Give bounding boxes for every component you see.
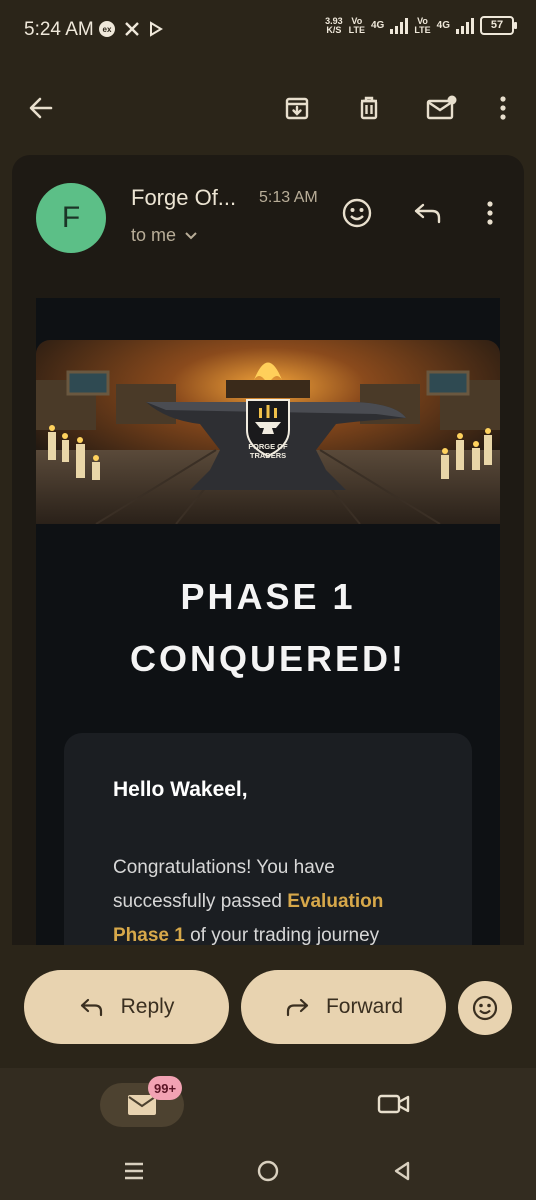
add-reaction-button[interactable] — [339, 195, 375, 231]
email-card: F Forge Of... 5:13 AM to me FORGE OF TRA… — [12, 155, 524, 945]
more-options-button[interactable] — [483, 88, 523, 128]
net-type-2: 4G — [436, 20, 450, 31]
emoji-icon — [342, 198, 372, 228]
sender-avatar[interactable]: F — [36, 183, 106, 253]
system-back-button[interactable] — [382, 1156, 422, 1186]
logo-text-line1: FORGE OF — [248, 442, 288, 451]
reply-header-button[interactable] — [410, 195, 446, 231]
status-time: 5:24 AM — [24, 19, 94, 40]
home-circle-icon — [257, 1160, 279, 1182]
action-row: Reply Forward — [0, 970, 536, 1046]
forward-button[interactable]: Forward — [241, 970, 446, 1044]
mark-unread-icon — [426, 95, 457, 120]
volte-1-bottom: LTE — [348, 24, 365, 35]
recipient-label: to me — [131, 225, 177, 245]
forward-label: Forward — [325, 995, 404, 1018]
back-arrow-icon — [29, 97, 53, 119]
x-app-icon — [125, 22, 139, 36]
speed-unit: K/S — [326, 24, 342, 35]
archive-button[interactable] — [277, 88, 317, 128]
message-paragraph: Congratulations! You have successfully p… — [113, 851, 433, 945]
status-bar: 5:24 AM ex 3.93 K/S Vo LTE 4G Vo LTE 4G … — [0, 0, 536, 60]
signal-2-icon — [456, 17, 474, 34]
status-right: 3.93 K/S Vo LTE 4G Vo LTE 4G 57 — [325, 16, 517, 35]
battery-icon: 57 — [480, 16, 517, 35]
recent-apps-button[interactable] — [114, 1156, 154, 1186]
delete-icon — [360, 96, 378, 120]
mark-unread-button[interactable] — [421, 88, 461, 128]
email-more-button[interactable] — [472, 195, 508, 231]
headline-line2: CONQUERED! — [129, 638, 406, 679]
greeting: Hello Wakeel, — [113, 778, 248, 801]
video-camera-icon — [377, 1094, 410, 1114]
reply-icon — [80, 998, 102, 1017]
volte-2-bottom: LTE — [414, 24, 431, 35]
hero-image: FORGE OF TRADERS — [36, 340, 500, 524]
volte-indicator-1: Vo LTE — [348, 16, 365, 35]
forge-illustration: FORGE OF TRADERS — [36, 340, 500, 524]
forward-icon — [286, 998, 309, 1017]
net-type-1: 4G — [370, 20, 385, 31]
network-speed: 3.93 K/S — [325, 16, 343, 35]
email-body: FORGE OF TRADERS PHASE 1 CONQUERED! Hell… — [36, 298, 500, 945]
home-button[interactable] — [248, 1156, 288, 1186]
sender-name[interactable]: Forge Of... — [131, 185, 236, 211]
exchange-app-icon: ex — [99, 21, 115, 37]
notification-icons: ex — [98, 20, 164, 38]
archive-icon — [285, 97, 309, 120]
emoji-icon — [472, 995, 498, 1021]
unread-badge: 99+ — [148, 1076, 183, 1100]
more-vert-icon — [487, 201, 493, 225]
reply-label: Reply — [120, 995, 175, 1018]
meet-tab[interactable] — [372, 1086, 416, 1122]
back-button[interactable] — [21, 88, 61, 128]
recipient-details[interactable]: to me — [131, 225, 198, 246]
svg-text:ex: ex — [103, 25, 112, 34]
volte-indicator-2: Vo LTE — [414, 16, 431, 35]
reply-icon — [414, 203, 441, 224]
back-triangle-icon — [394, 1161, 410, 1181]
headline-line1: PHASE 1 — [180, 576, 356, 617]
recent-apps-icon — [125, 1162, 143, 1180]
logo-text-line2: TRADERS — [250, 451, 286, 460]
signal-1-icon — [390, 17, 409, 34]
chevron-down-icon — [185, 231, 197, 239]
message-card: Hello Wakeel, Congratulations! You have … — [64, 733, 472, 945]
react-button[interactable] — [458, 981, 512, 1035]
delete-button[interactable] — [349, 88, 389, 128]
email-toolbar — [0, 80, 536, 136]
more-vert-icon — [500, 96, 506, 120]
body-text-after: of your trading journey — [184, 925, 380, 945]
play-store-icon — [150, 21, 163, 37]
email-time: 5:13 AM — [259, 189, 318, 206]
bottom-nav: 99+ — [0, 1068, 536, 1200]
reply-button[interactable]: Reply — [24, 970, 229, 1044]
